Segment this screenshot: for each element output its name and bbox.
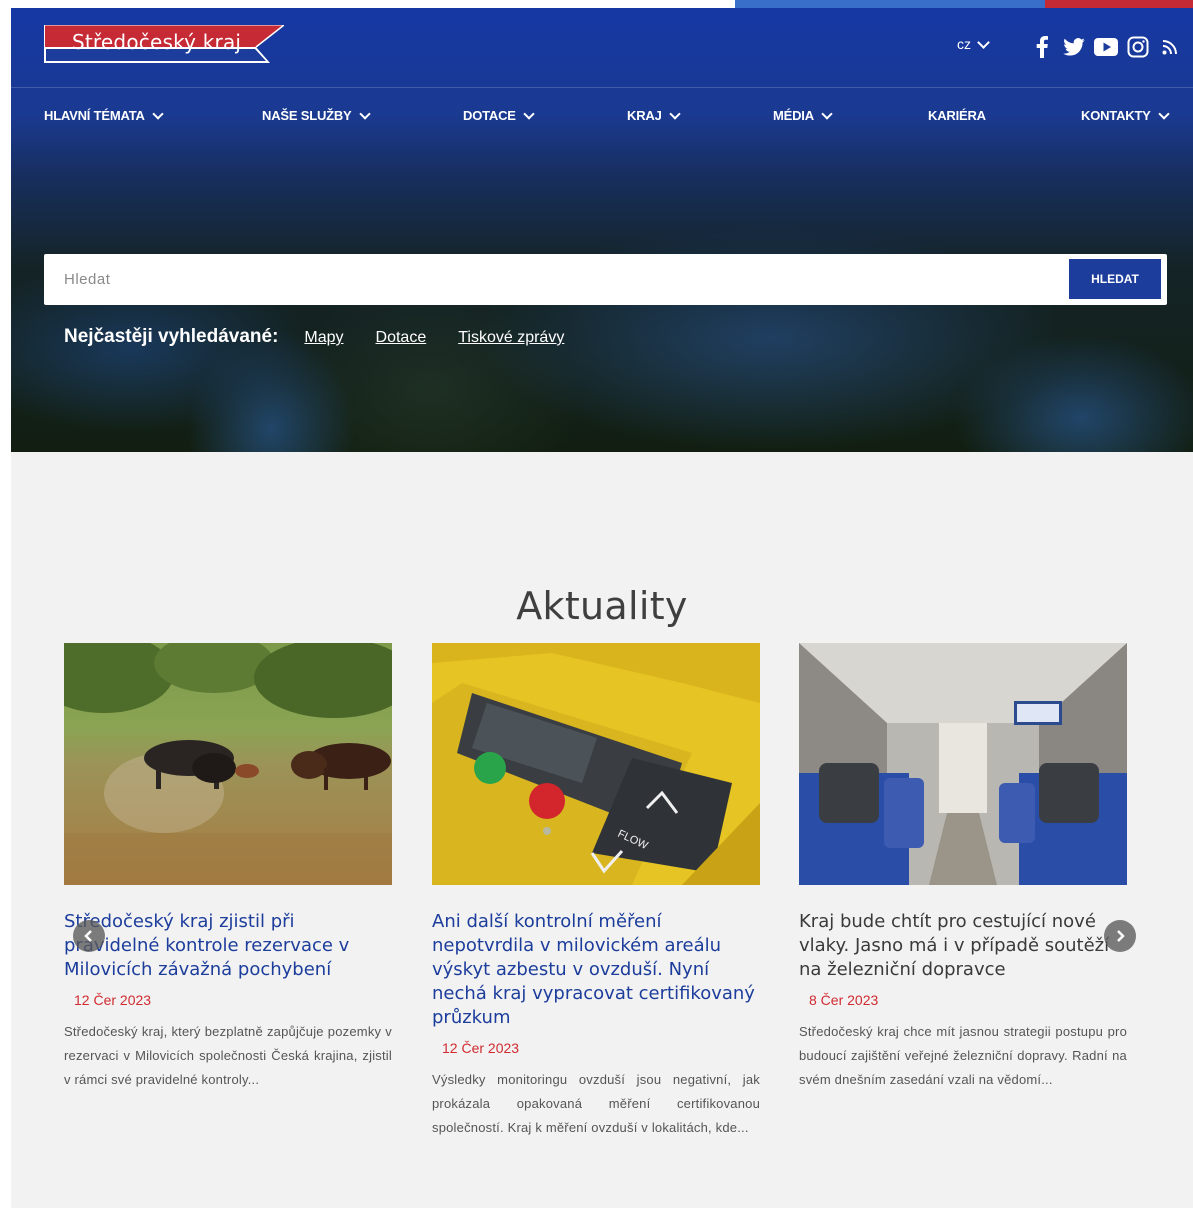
- decorative-corner-red: [1045, 0, 1193, 8]
- news-excerpt: Výsledky monitoringu ovzduší jsou negati…: [432, 1072, 760, 1135]
- page: Středočeský kraj cz HLAVNÍ TÉMATA NAŠE S…: [11, 8, 1193, 1208]
- rss-icon[interactable]: [1157, 34, 1183, 60]
- chevron-down-icon: [977, 35, 990, 49]
- search-bar: HLEDAT: [44, 254, 1167, 305]
- language-selector[interactable]: cz: [957, 35, 990, 52]
- carousel-prev-button[interactable]: [73, 920, 105, 952]
- main-nav: HLAVNÍ TÉMATA NAŠE SLUŽBY DOTACE KRAJ MÉ…: [11, 107, 1193, 132]
- chevron-down-icon: [1157, 107, 1170, 120]
- nav-item-label: KARIÉRA: [928, 108, 986, 123]
- header-divider: [11, 87, 1193, 88]
- news-card: Středočeský kraj zjistil při pravidelné …: [64, 643, 392, 1092]
- news-title-link[interactable]: Středočeský kraj zjistil při pravidelné …: [64, 910, 392, 982]
- news-image-cattle[interactable]: [64, 643, 392, 885]
- popular-searches: Nejčastěji vyhledávané: Mapy Dotace Tisk…: [64, 326, 596, 348]
- hero-banner: Středočeský kraj cz HLAVNÍ TÉMATA NAŠE S…: [11, 8, 1193, 452]
- news-image-train-interior[interactable]: [799, 643, 1127, 885]
- news-excerpt: Středočeský kraj chce mít jasnou strateg…: [799, 1024, 1127, 1087]
- nav-item-nase-sluzby[interactable]: NAŠE SLUŽBY: [262, 107, 371, 123]
- chevron-down-icon: [668, 107, 681, 120]
- popular-link-mapy[interactable]: Mapy: [304, 329, 343, 347]
- news-title-link[interactable]: Ani další kontrolní měření nepotvrdila v…: [432, 910, 760, 1030]
- nav-item-label: KONTAKTY: [1081, 108, 1151, 123]
- news-card: FLOW Ani další kontrolní měření nepotvrd…: [432, 643, 760, 1140]
- chevron-down-icon: [358, 107, 371, 120]
- chevron-right-icon: [1117, 930, 1125, 942]
- nav-item-dotace[interactable]: DOTACE: [463, 107, 535, 123]
- section-title-aktuality: Aktuality: [516, 583, 688, 628]
- news-date: 12 Čer 2023: [442, 1040, 520, 1056]
- popular-link-tiskove-zpravy[interactable]: Tiskové zprávy: [458, 329, 564, 347]
- facebook-icon[interactable]: [1029, 34, 1055, 60]
- popular-searches-label: Nejčastěji vyhledávané:: [64, 326, 279, 347]
- nav-item-hlavni-temata[interactable]: HLAVNÍ TÉMATA: [44, 107, 164, 123]
- news-date: 12 Čer 2023: [74, 992, 152, 1008]
- social-links: [1029, 34, 1183, 60]
- language-code: cz: [957, 36, 971, 52]
- news-excerpt: Středočeský kraj, který bezplatně zapůjč…: [64, 1024, 392, 1087]
- popular-link-dotace[interactable]: Dotace: [376, 329, 427, 347]
- nav-item-kontakty[interactable]: KONTAKTY: [1081, 107, 1170, 123]
- youtube-icon[interactable]: [1093, 34, 1119, 60]
- nav-item-label: HLAVNÍ TÉMATA: [44, 108, 145, 123]
- chevron-left-icon: [84, 930, 92, 942]
- search-input[interactable]: [44, 254, 1064, 305]
- news-title-link[interactable]: Kraj bude chtít pro cestující nové vlaky…: [799, 910, 1127, 982]
- decorative-corner-blue: [735, 0, 1045, 8]
- nav-item-label: KRAJ: [627, 108, 662, 123]
- nav-item-label: MÉDIA: [773, 108, 814, 123]
- chevron-down-icon: [152, 107, 164, 120]
- news-date: 8 Čer 2023: [809, 992, 879, 1008]
- news-image-air-monitor[interactable]: FLOW: [432, 643, 760, 885]
- instagram-icon[interactable]: [1125, 34, 1151, 60]
- search-button[interactable]: HLEDAT: [1069, 259, 1161, 299]
- chevron-down-icon: [821, 107, 833, 120]
- news-card: Kraj bude chtít pro cestující nové vlaky…: [799, 643, 1127, 1092]
- nav-item-kraj[interactable]: KRAJ: [627, 107, 681, 123]
- nav-item-kariera[interactable]: KARIÉRA: [928, 108, 986, 123]
- nav-item-label: DOTACE: [463, 108, 516, 123]
- twitter-icon[interactable]: [1061, 34, 1087, 60]
- chevron-down-icon: [523, 107, 535, 120]
- site-logo[interactable]: Středočeský kraj: [44, 25, 284, 69]
- logo-text: Středočeský kraj: [72, 30, 242, 54]
- nav-item-media[interactable]: MÉDIA: [773, 107, 833, 123]
- carousel-next-button[interactable]: [1104, 920, 1136, 952]
- nav-item-label: NAŠE SLUŽBY: [262, 108, 352, 123]
